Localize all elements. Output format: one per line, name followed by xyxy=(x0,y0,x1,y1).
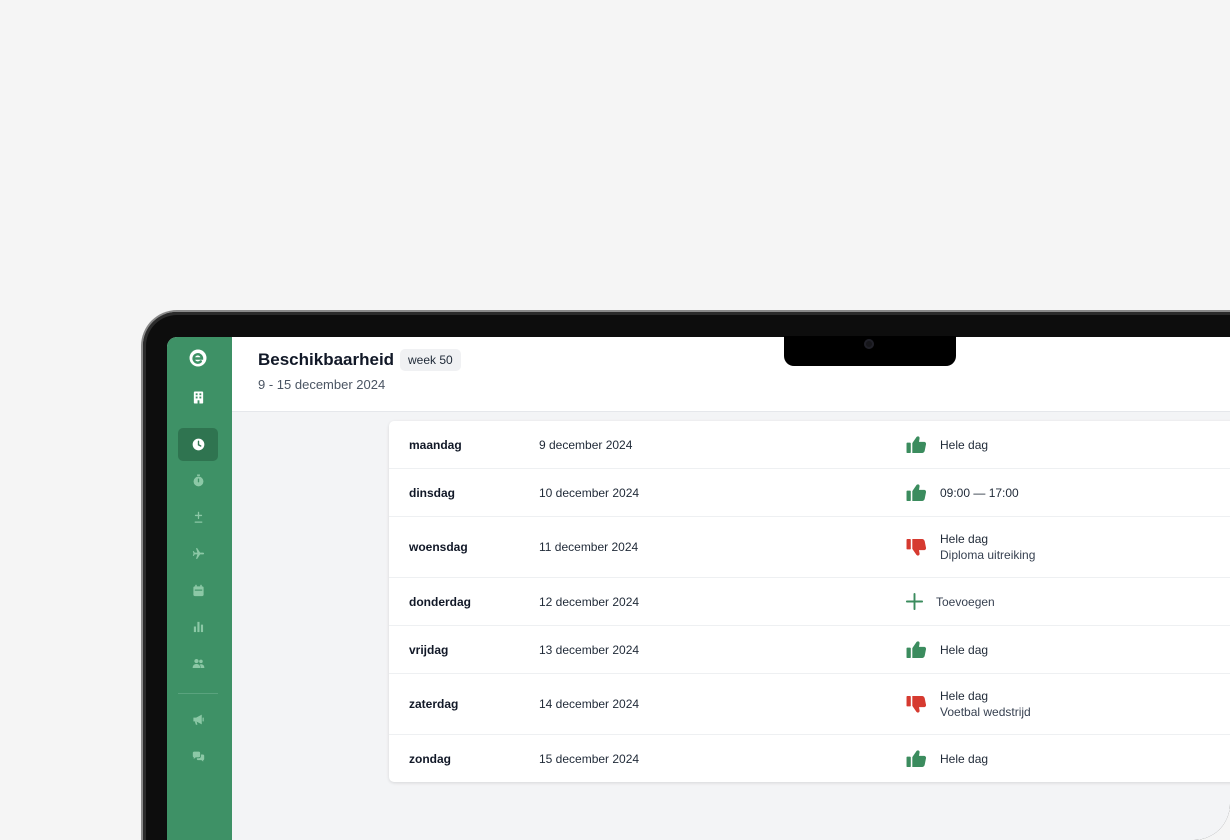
status-text: Hele dag Diploma uitreiking xyxy=(940,531,1035,563)
building-icon[interactable] xyxy=(178,381,218,414)
availability-status[interactable]: 09:00 — 17:00 xyxy=(905,483,1019,503)
stopwatch-icon[interactable] xyxy=(178,464,218,497)
status-label: Hele dag xyxy=(940,437,989,452)
availability-status[interactable]: Hele dag xyxy=(905,749,988,769)
day-date: 11 december 2024 xyxy=(539,540,639,554)
day-date: 15 december 2024 xyxy=(539,751,640,766)
airplane-icon[interactable] xyxy=(178,537,218,570)
day-name: zaterdag xyxy=(409,697,459,711)
add-status-icon xyxy=(903,592,925,612)
table-row-dinsdag[interactable]: dinsdag 10 december 2024 09:00 — 17:00 xyxy=(389,469,1230,517)
table-row-vrijdag[interactable]: vrijdag 13 december 2024 Hele dag xyxy=(389,626,1230,674)
plus-minus-icon[interactable] xyxy=(178,501,218,534)
availability-table: maandag 9 december 2024 Hele dag dinsdag… xyxy=(389,421,1230,782)
day-date: 10 december 2024 xyxy=(539,485,640,500)
clock-icon[interactable] xyxy=(178,428,218,461)
calendar-icon[interactable] xyxy=(178,574,218,607)
table-row-zaterdag[interactable]: zaterdag 14 december 2024 Hele dag Voetba… xyxy=(389,674,1230,735)
status-note: Diploma uitreiking xyxy=(940,548,1036,562)
day-date: 13 december 2024 xyxy=(539,642,640,657)
day-name: maandag xyxy=(409,437,462,452)
sidebar xyxy=(167,337,232,840)
available-status-icon xyxy=(905,435,927,455)
users-icon[interactable] xyxy=(178,647,218,680)
thumbs-down-icon xyxy=(906,538,926,556)
status-text: Hele dag xyxy=(940,437,988,453)
backdrop: Beschikbaarheid week 50 9 - 15 december … xyxy=(0,0,1230,840)
availability-status[interactable]: Hele dag xyxy=(905,640,988,660)
available-status-icon xyxy=(905,640,927,660)
day-name: donderdag xyxy=(409,594,471,609)
day-date: 14 december 2024 xyxy=(539,697,640,711)
add-availability-button[interactable]: Toevoegen xyxy=(936,595,995,609)
availability-status[interactable]: Hele dag xyxy=(905,435,988,455)
page-title: Beschikbaarheid xyxy=(258,350,395,369)
camera-icon xyxy=(864,339,874,349)
table-row-maandag[interactable]: maandag 9 december 2024 Hele dag xyxy=(389,421,1230,469)
status-text: Hele dag Voetbal wedstrijd xyxy=(940,688,1031,720)
availability-status[interactable]: Hele dag Voetbal wedstrijd xyxy=(905,688,1031,720)
status-label: Hele dag xyxy=(940,689,989,703)
table-row-donderdag[interactable]: donderdag 12 december 2024 Toevoegen xyxy=(389,578,1230,626)
table-row-zondag[interactable]: zondag 15 december 2024 Hele dag xyxy=(389,735,1230,782)
app-screen: Beschikbaarheid week 50 9 - 15 december … xyxy=(167,337,1230,840)
table-row-woensdag[interactable]: woensdag 11 december 2024 Hele dag Diplom… xyxy=(389,517,1230,578)
status-text: 09:00 — 17:00 xyxy=(940,485,1019,501)
availability-status[interactable]: Hele dag Diploma uitreiking xyxy=(905,531,1035,563)
status-text: Hele dag xyxy=(940,642,988,658)
day-name: dinsdag xyxy=(409,485,456,500)
day-name: vrijdag xyxy=(409,642,449,657)
bar-chart-icon[interactable] xyxy=(178,610,218,643)
day-name: zondag xyxy=(409,751,451,766)
status-note: Voetbal wedstrijd xyxy=(940,705,1031,719)
logo-icon[interactable] xyxy=(178,341,218,374)
plus-icon xyxy=(905,592,923,611)
status-label: 09:00 — 17:00 xyxy=(940,485,1019,500)
thumbs-up-icon xyxy=(906,641,926,659)
available-status-icon xyxy=(905,483,927,503)
status-text: Hele dag xyxy=(940,751,988,767)
megaphone-icon[interactable] xyxy=(178,703,218,736)
unavailable-status-icon xyxy=(905,537,927,557)
thumbs-up-icon xyxy=(906,436,926,454)
available-status-icon xyxy=(905,749,927,769)
thumbs-up-icon xyxy=(906,750,926,768)
day-date: 9 december 2024 xyxy=(539,437,633,452)
unavailable-status-icon xyxy=(905,694,927,714)
page-header: Beschikbaarheid week 50 9 - 15 december … xyxy=(232,337,1230,412)
date-range: 9 - 15 december 2024 xyxy=(258,377,386,392)
day-date: 12 december 2024 xyxy=(539,594,640,609)
thumbs-down-icon xyxy=(906,695,926,713)
chat-icon[interactable] xyxy=(178,740,218,773)
status-label: Hele dag xyxy=(940,532,989,546)
thumbs-up-icon xyxy=(906,484,926,502)
status-label: Hele dag xyxy=(940,751,989,766)
day-name: woensdag xyxy=(409,540,468,554)
camera-notch xyxy=(784,336,956,366)
sidebar-divider xyxy=(178,693,218,694)
status-label: Hele dag xyxy=(940,642,989,657)
availability-status[interactable]: Toevoegen xyxy=(905,592,995,612)
week-badge: week 50 xyxy=(400,349,461,371)
